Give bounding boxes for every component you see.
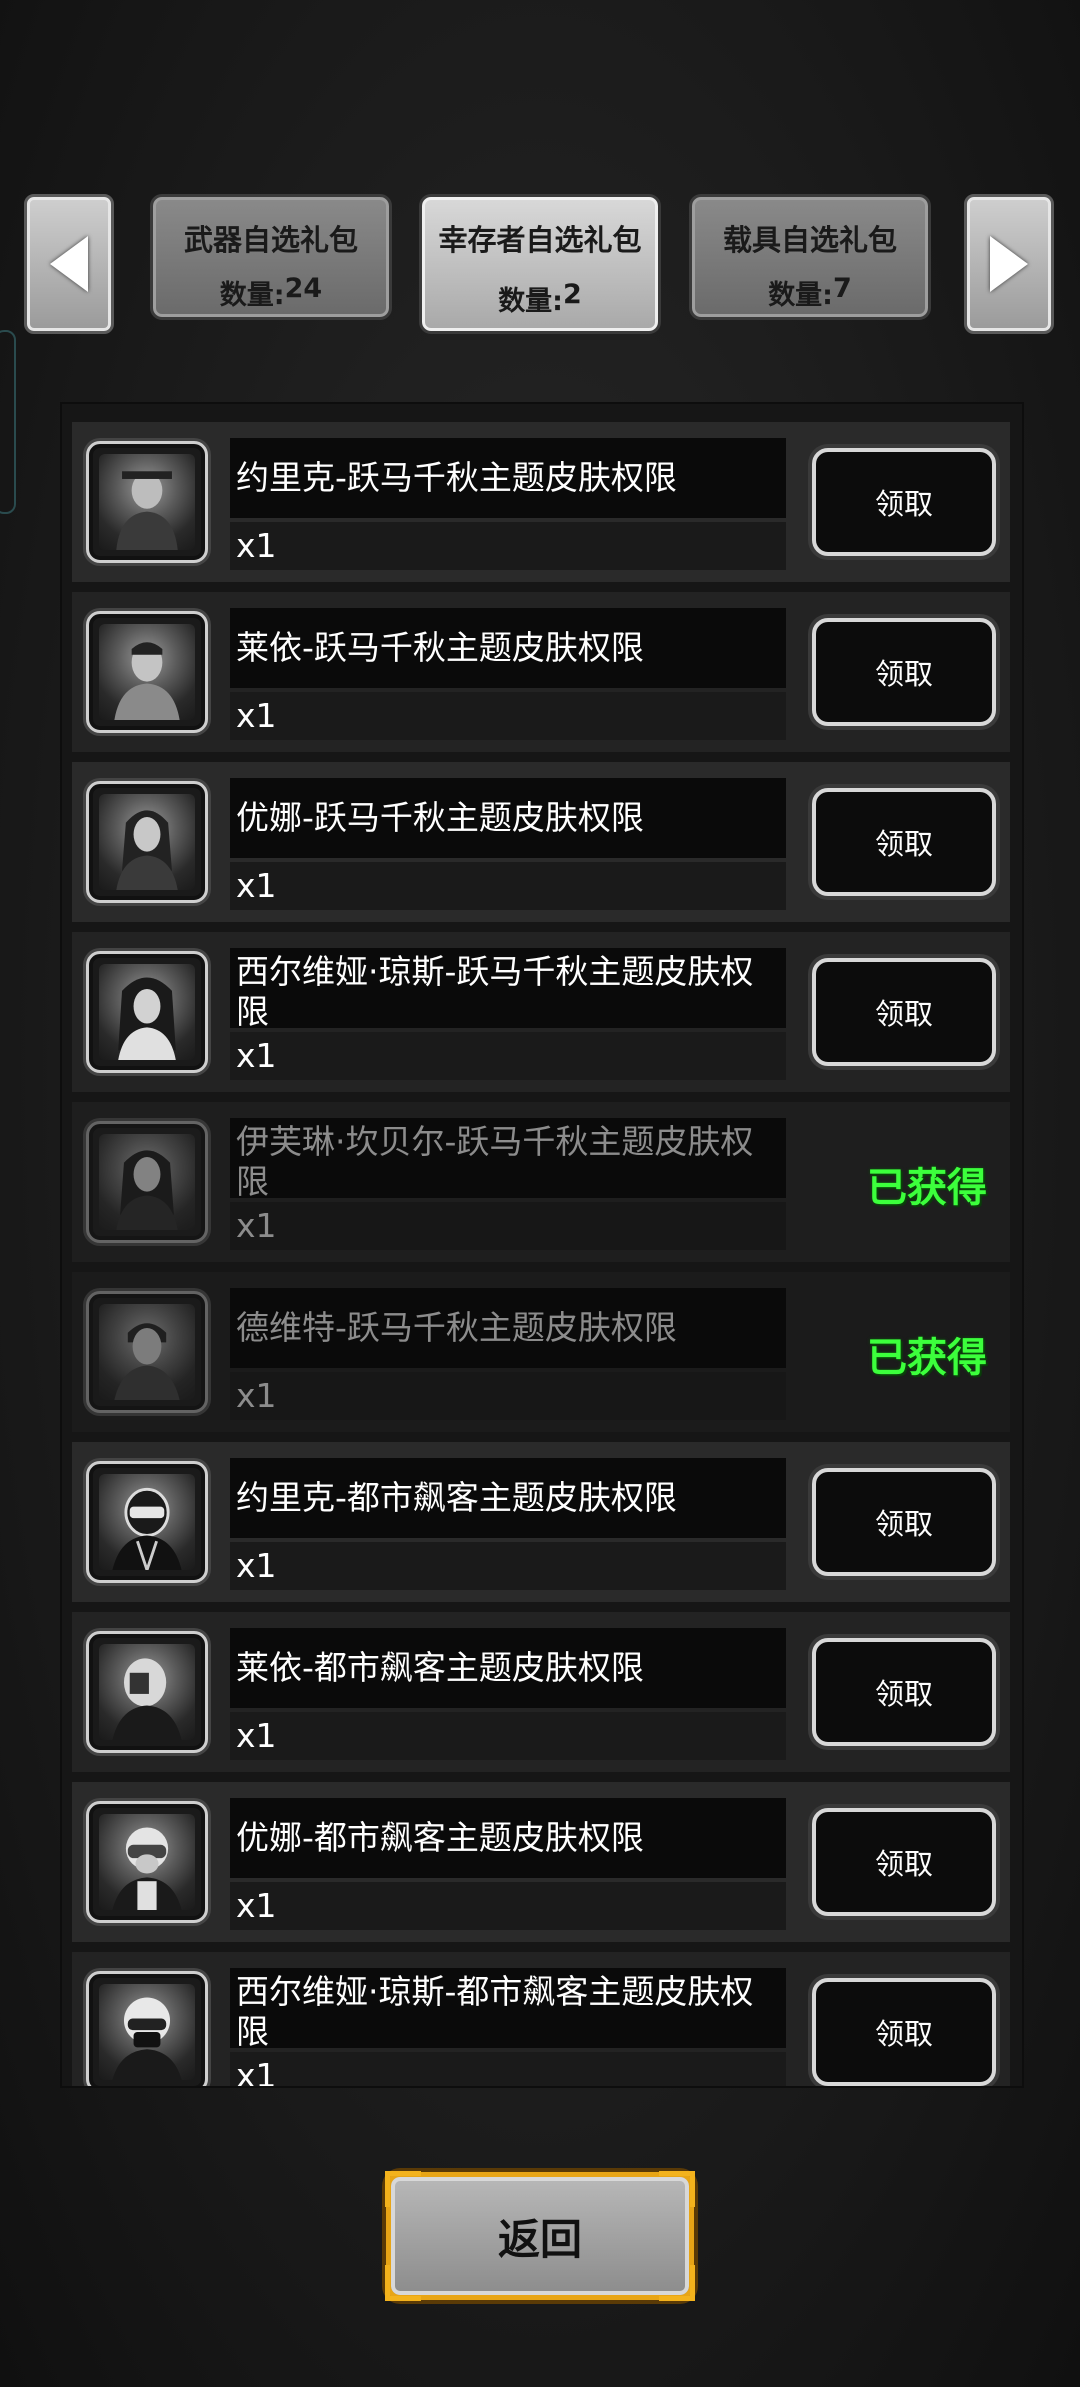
item-quantity: x1 bbox=[230, 2052, 786, 2086]
claim-button[interactable]: 领取 bbox=[812, 1468, 996, 1576]
tab-count: 2 bbox=[563, 279, 582, 310]
tab-count-label: 数量: bbox=[498, 286, 563, 317]
tab-count: 7 bbox=[833, 273, 852, 304]
arrow-right-icon bbox=[990, 236, 1028, 292]
return-label: 返回 bbox=[497, 2214, 582, 2264]
list-item: 德维特-跃马千秋主题皮肤权限 x1 已获得 bbox=[72, 1272, 1010, 1432]
list-item: 约里克-都市飙客主题皮肤权限 x1 领取 bbox=[72, 1442, 1010, 1602]
previous-tab-button[interactable] bbox=[24, 194, 114, 334]
avatar bbox=[86, 951, 208, 1073]
list-item: 莱依-都市飙客主题皮肤权限 x1 领取 bbox=[72, 1612, 1010, 1772]
claim-button[interactable]: 领取 bbox=[812, 618, 996, 726]
list-item: 西尔维娅·琼斯-跃马千秋主题皮肤权限 x1 领取 bbox=[72, 932, 1010, 1092]
item-quantity: x1 bbox=[230, 1202, 786, 1250]
claim-button[interactable]: 领取 bbox=[812, 448, 996, 556]
avatar bbox=[86, 1631, 208, 1753]
item-name: 西尔维娅·琼斯-都市飙客主题皮肤权限 bbox=[230, 1968, 786, 2051]
owned-status-label: 已获得 bbox=[867, 1335, 987, 1381]
side-panel-edge bbox=[0, 330, 16, 514]
claim-button[interactable]: 领取 bbox=[812, 958, 996, 1066]
avatar bbox=[86, 1121, 208, 1243]
item-name: 西尔维娅·琼斯-跃马千秋主题皮肤权限 bbox=[230, 948, 786, 1031]
return-button[interactable]: 返回 bbox=[385, 2171, 695, 2301]
tab-count-label: 数量: bbox=[768, 280, 833, 311]
frame-corner-ornament bbox=[659, 2265, 695, 2301]
list-item: 西尔维娅·琼斯-都市飙客主题皮肤权限 x1 领取 bbox=[72, 1952, 1010, 2086]
tab-title: 载具自选礼包 bbox=[722, 223, 897, 257]
list-item: 伊芙琳·坎贝尔-跃马千秋主题皮肤权限 x1 已获得 bbox=[72, 1102, 1010, 1262]
avatar bbox=[86, 1291, 208, 1413]
avatar bbox=[86, 1461, 208, 1583]
tab-count: 24 bbox=[284, 273, 323, 304]
claim-button[interactable]: 领取 bbox=[812, 1638, 996, 1746]
arrow-left-icon bbox=[50, 236, 88, 292]
tab-weapon-pack[interactable]: 武器自选礼包 数量: 24 bbox=[150, 194, 392, 320]
claim-button[interactable]: 领取 bbox=[812, 1808, 996, 1916]
frame-corner-ornament bbox=[385, 2265, 421, 2301]
avatar bbox=[86, 1971, 208, 2086]
gift-pack-tab-bar: 武器自选礼包 数量: 24 幸存者自选礼包 数量: 2 载具自选礼包 数量: 7 bbox=[0, 194, 1080, 334]
item-quantity: x1 bbox=[230, 862, 786, 910]
frame-corner-ornament bbox=[659, 2171, 695, 2207]
avatar bbox=[86, 1801, 208, 1923]
item-quantity: x1 bbox=[230, 1542, 786, 1590]
tab-count-label: 数量: bbox=[219, 280, 285, 311]
item-quantity: x1 bbox=[230, 1032, 786, 1080]
item-quantity: x1 bbox=[230, 1712, 786, 1760]
item-quantity: x1 bbox=[230, 1882, 786, 1930]
avatar bbox=[86, 781, 208, 903]
item-name: 优娜-都市飙客主题皮肤权限 bbox=[230, 1798, 786, 1878]
item-quantity: x1 bbox=[230, 522, 786, 570]
claim-button[interactable]: 领取 bbox=[812, 1978, 996, 2086]
item-name: 莱依-跃马千秋主题皮肤权限 bbox=[230, 608, 786, 688]
tab-vehicle-pack[interactable]: 载具自选礼包 数量: 7 bbox=[689, 194, 931, 320]
list-item: 莱依-跃马千秋主题皮肤权限 x1 领取 bbox=[72, 592, 1010, 752]
tab-title: 幸存者自选礼包 bbox=[438, 223, 642, 257]
next-tab-button[interactable] bbox=[964, 194, 1054, 334]
item-name: 约里克-跃马千秋主题皮肤权限 bbox=[230, 438, 786, 518]
item-name: 莱依-都市飙客主题皮肤权限 bbox=[230, 1628, 786, 1708]
tab-survivor-pack[interactable]: 幸存者自选礼包 数量: 2 bbox=[419, 194, 661, 334]
tab-title: 武器自选礼包 bbox=[183, 223, 358, 257]
claim-button[interactable]: 领取 bbox=[812, 788, 996, 896]
list-item: 优娜-都市飙客主题皮肤权限 x1 领取 bbox=[72, 1782, 1010, 1942]
avatar bbox=[86, 441, 208, 563]
item-quantity: x1 bbox=[230, 1372, 786, 1420]
frame-corner-ornament bbox=[385, 2171, 421, 2207]
item-name: 德维特-跃马千秋主题皮肤权限 bbox=[230, 1288, 786, 1368]
item-name: 优娜-跃马千秋主题皮肤权限 bbox=[230, 778, 786, 858]
list-item: 优娜-跃马千秋主题皮肤权限 x1 领取 bbox=[72, 762, 1010, 922]
reward-list[interactable]: 约里克-跃马千秋主题皮肤权限 x1 领取 莱依-跃马千秋主题皮肤权限 x1 领取… bbox=[60, 402, 1024, 2088]
item-name: 约里克-都市飙客主题皮肤权限 bbox=[230, 1458, 786, 1538]
avatar bbox=[86, 611, 208, 733]
list-item: 约里克-跃马千秋主题皮肤权限 x1 领取 bbox=[72, 422, 1010, 582]
owned-status-label: 已获得 bbox=[867, 1165, 987, 1211]
item-quantity: x1 bbox=[230, 692, 786, 740]
item-name: 伊芙琳·坎贝尔-跃马千秋主题皮肤权限 bbox=[230, 1118, 786, 1201]
